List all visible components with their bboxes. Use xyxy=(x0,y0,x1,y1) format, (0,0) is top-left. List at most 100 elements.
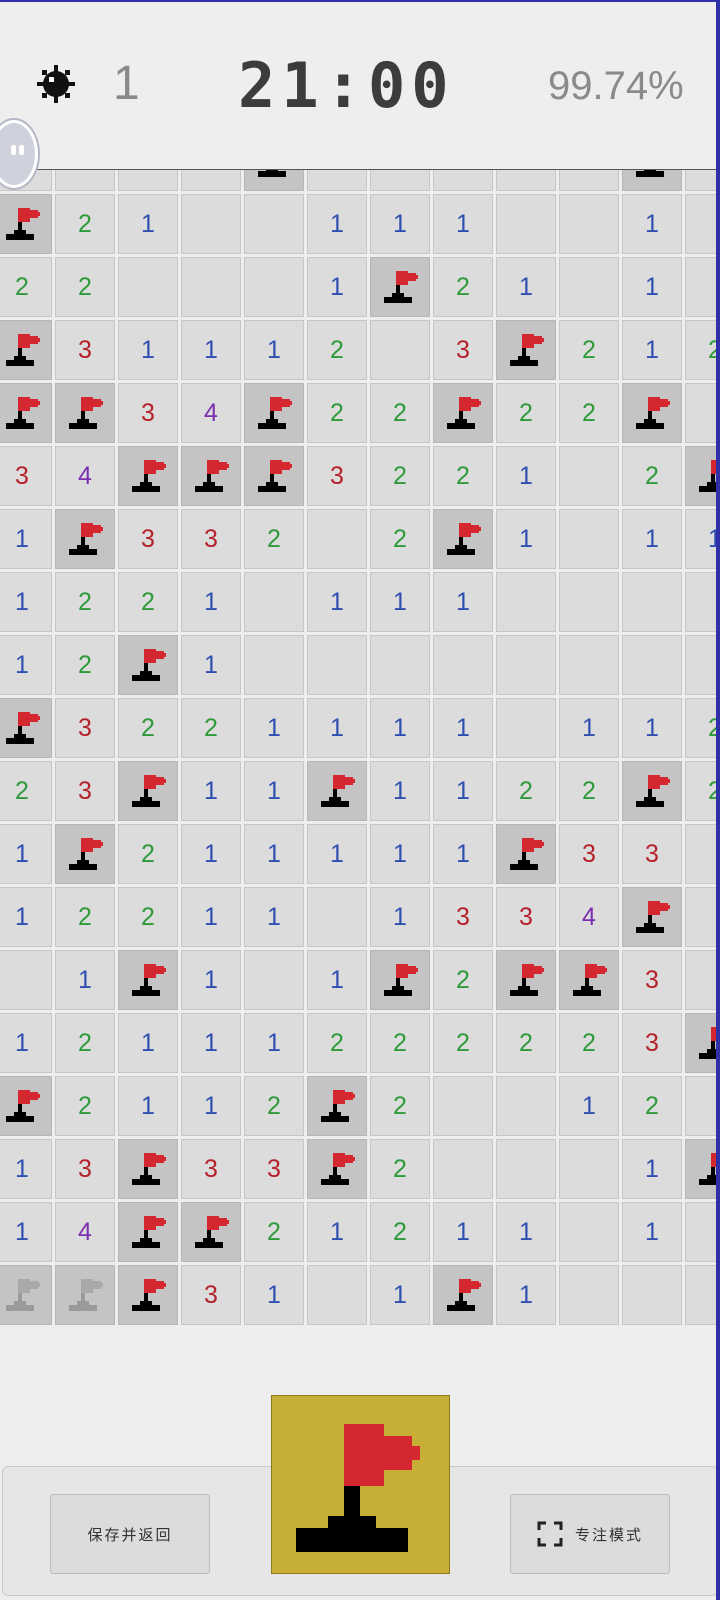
number-cell[interactable]: 2 xyxy=(622,446,682,506)
flagged-cell[interactable] xyxy=(622,761,682,821)
number-cell[interactable]: 2 xyxy=(370,1139,430,1199)
flag-mode-toggle[interactable] xyxy=(271,1395,450,1574)
empty-cell[interactable] xyxy=(685,257,720,317)
empty-cell[interactable] xyxy=(307,509,367,569)
flagged-cell[interactable] xyxy=(181,1202,241,1262)
flagged-cell[interactable] xyxy=(118,446,178,506)
number-cell[interactable]: 1 xyxy=(307,824,367,884)
flagged-cell[interactable] xyxy=(118,950,178,1010)
number-cell[interactable]: 3 xyxy=(433,887,493,947)
flagged-cell[interactable] xyxy=(0,194,52,254)
empty-cell[interactable] xyxy=(685,950,720,1010)
flagged-cell[interactable] xyxy=(55,509,115,569)
number-cell[interactable]: 1 xyxy=(181,761,241,821)
empty-cell[interactable] xyxy=(244,194,304,254)
number-cell[interactable]: 1 xyxy=(307,698,367,758)
number-cell[interactable]: 2 xyxy=(370,1076,430,1136)
number-cell[interactable]: 1 xyxy=(496,1265,556,1325)
number-cell[interactable]: 1 xyxy=(0,824,52,884)
flagged-cell[interactable] xyxy=(55,1265,115,1325)
number-cell[interactable]: 2 xyxy=(559,1013,619,1073)
empty-cell[interactable] xyxy=(559,257,619,317)
flagged-cell[interactable] xyxy=(622,887,682,947)
empty-cell[interactable] xyxy=(622,635,682,695)
number-cell[interactable]: 2 xyxy=(496,761,556,821)
empty-cell[interactable] xyxy=(685,1076,720,1136)
number-cell[interactable]: 2 xyxy=(307,383,367,443)
number-cell[interactable]: 2 xyxy=(370,1202,430,1262)
number-cell[interactable]: 1 xyxy=(0,1139,52,1199)
number-cell[interactable]: 4 xyxy=(55,446,115,506)
empty-cell[interactable] xyxy=(685,572,720,632)
number-cell[interactable]: 3 xyxy=(622,1013,682,1073)
number-cell[interactable]: 1 xyxy=(559,698,619,758)
number-cell[interactable]: 2 xyxy=(622,1076,682,1136)
number-cell[interactable]: 3 xyxy=(118,509,178,569)
empty-cell[interactable] xyxy=(496,698,556,758)
number-cell[interactable]: 2 xyxy=(559,320,619,380)
number-cell[interactable]: 2 xyxy=(307,320,367,380)
empty-cell[interactable] xyxy=(685,383,720,443)
flagged-cell[interactable] xyxy=(0,320,52,380)
number-cell[interactable]: 1 xyxy=(0,1202,52,1262)
number-cell[interactable]: 2 xyxy=(55,257,115,317)
number-cell[interactable]: 1 xyxy=(118,194,178,254)
number-cell[interactable]: 3 xyxy=(622,824,682,884)
number-cell[interactable]: 2 xyxy=(244,1076,304,1136)
empty-cell[interactable] xyxy=(370,635,430,695)
number-cell[interactable]: 2 xyxy=(559,761,619,821)
number-cell[interactable]: 1 xyxy=(181,1013,241,1073)
number-cell[interactable]: 1 xyxy=(370,698,430,758)
empty-cell[interactable] xyxy=(559,446,619,506)
empty-cell[interactable] xyxy=(244,635,304,695)
flagged-cell[interactable] xyxy=(0,1265,52,1325)
flagged-cell[interactable] xyxy=(307,761,367,821)
number-cell[interactable]: 2 xyxy=(244,1202,304,1262)
number-cell[interactable]: 3 xyxy=(181,509,241,569)
number-cell[interactable]: 2 xyxy=(307,1013,367,1073)
empty-cell[interactable] xyxy=(244,950,304,1010)
number-cell[interactable]: 1 xyxy=(307,257,367,317)
number-cell[interactable]: 2 xyxy=(55,572,115,632)
focus-mode-button[interactable]: 专注模式 xyxy=(510,1494,670,1574)
number-cell[interactable]: 1 xyxy=(496,509,556,569)
flagged-cell[interactable] xyxy=(622,383,682,443)
number-cell[interactable]: 2 xyxy=(433,1013,493,1073)
number-cell[interactable]: 2 xyxy=(370,1013,430,1073)
empty-cell[interactable] xyxy=(496,194,556,254)
number-cell[interactable]: 1 xyxy=(433,194,493,254)
flagged-cell[interactable] xyxy=(118,761,178,821)
number-cell[interactable]: 3 xyxy=(496,887,556,947)
number-cell[interactable]: 3 xyxy=(118,383,178,443)
number-cell[interactable]: 1 xyxy=(118,1013,178,1073)
number-cell[interactable]: 1 xyxy=(622,1139,682,1199)
number-cell[interactable]: 1 xyxy=(433,824,493,884)
number-cell[interactable]: 4 xyxy=(55,1202,115,1262)
flagged-cell[interactable] xyxy=(370,257,430,317)
number-cell[interactable]: 2 xyxy=(0,761,52,821)
number-cell[interactable]: 2 xyxy=(370,509,430,569)
number-cell[interactable]: 1 xyxy=(181,1076,241,1136)
flagged-cell[interactable] xyxy=(244,446,304,506)
flagged-cell[interactable] xyxy=(685,1013,720,1073)
empty-cell[interactable] xyxy=(496,1139,556,1199)
number-cell[interactable]: 1 xyxy=(181,824,241,884)
flagged-cell[interactable] xyxy=(433,509,493,569)
number-cell[interactable]: 2 xyxy=(55,1013,115,1073)
number-cell[interactable]: 1 xyxy=(244,887,304,947)
number-cell[interactable]: 2 xyxy=(244,509,304,569)
empty-cell[interactable] xyxy=(433,635,493,695)
empty-cell[interactable] xyxy=(685,824,720,884)
number-cell[interactable]: 3 xyxy=(622,950,682,1010)
number-cell[interactable]: 2 xyxy=(0,257,52,317)
number-cell[interactable]: 1 xyxy=(370,761,430,821)
flagged-cell[interactable] xyxy=(307,1139,367,1199)
empty-cell[interactable] xyxy=(559,1265,619,1325)
number-cell[interactable]: 3 xyxy=(181,1139,241,1199)
number-cell[interactable]: 1 xyxy=(622,194,682,254)
number-cell[interactable]: 1 xyxy=(244,824,304,884)
flagged-cell[interactable] xyxy=(496,950,556,1010)
flagged-cell[interactable] xyxy=(0,383,52,443)
number-cell[interactable]: 2 xyxy=(559,383,619,443)
number-cell[interactable]: 1 xyxy=(622,1202,682,1262)
